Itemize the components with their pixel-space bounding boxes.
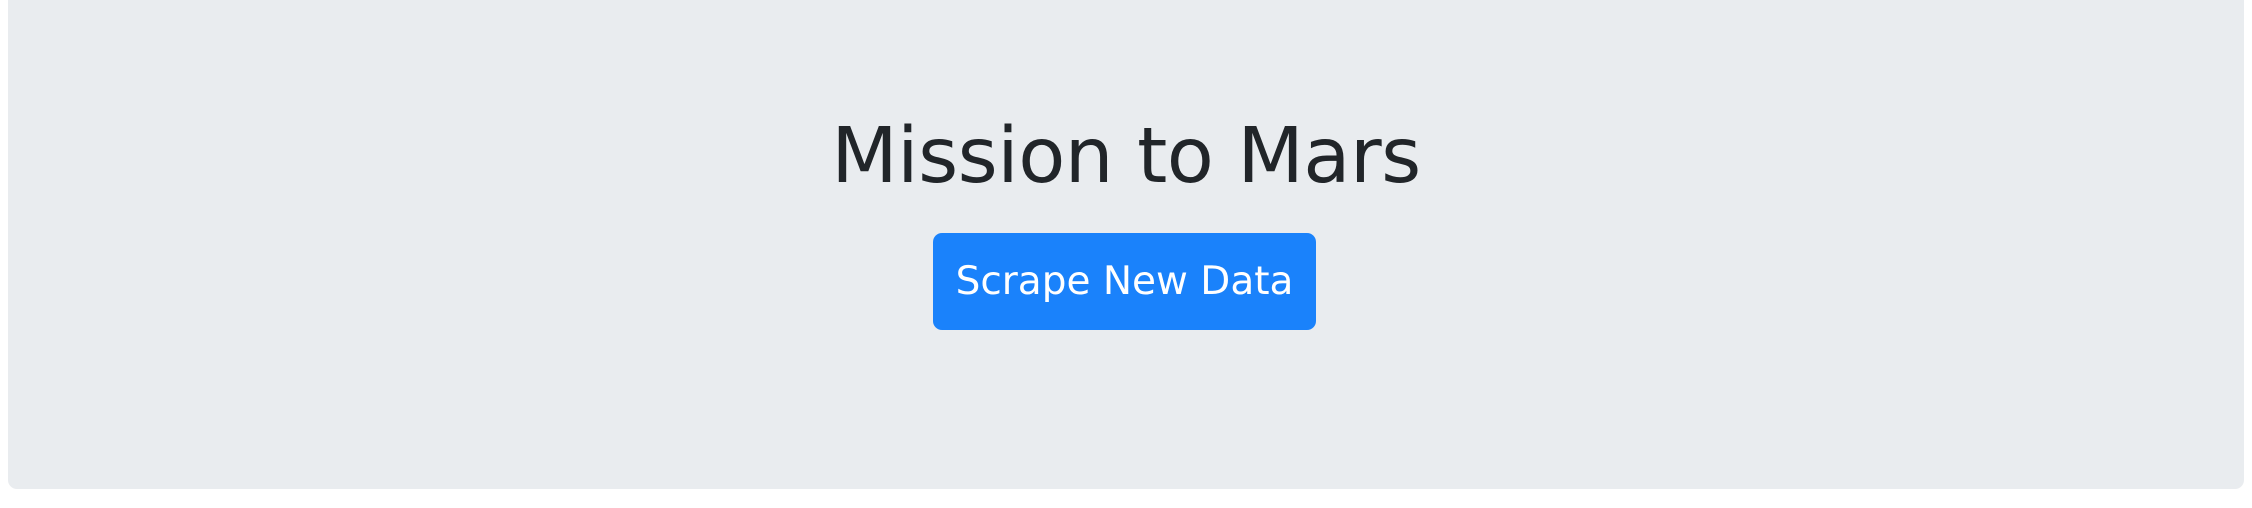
jumbotron-header: Mission to Mars Scrape New Data: [8, 0, 2244, 489]
scrape-new-data-button[interactable]: Scrape New Data: [933, 233, 1316, 330]
page-title: Mission to Mars: [831, 112, 1421, 201]
